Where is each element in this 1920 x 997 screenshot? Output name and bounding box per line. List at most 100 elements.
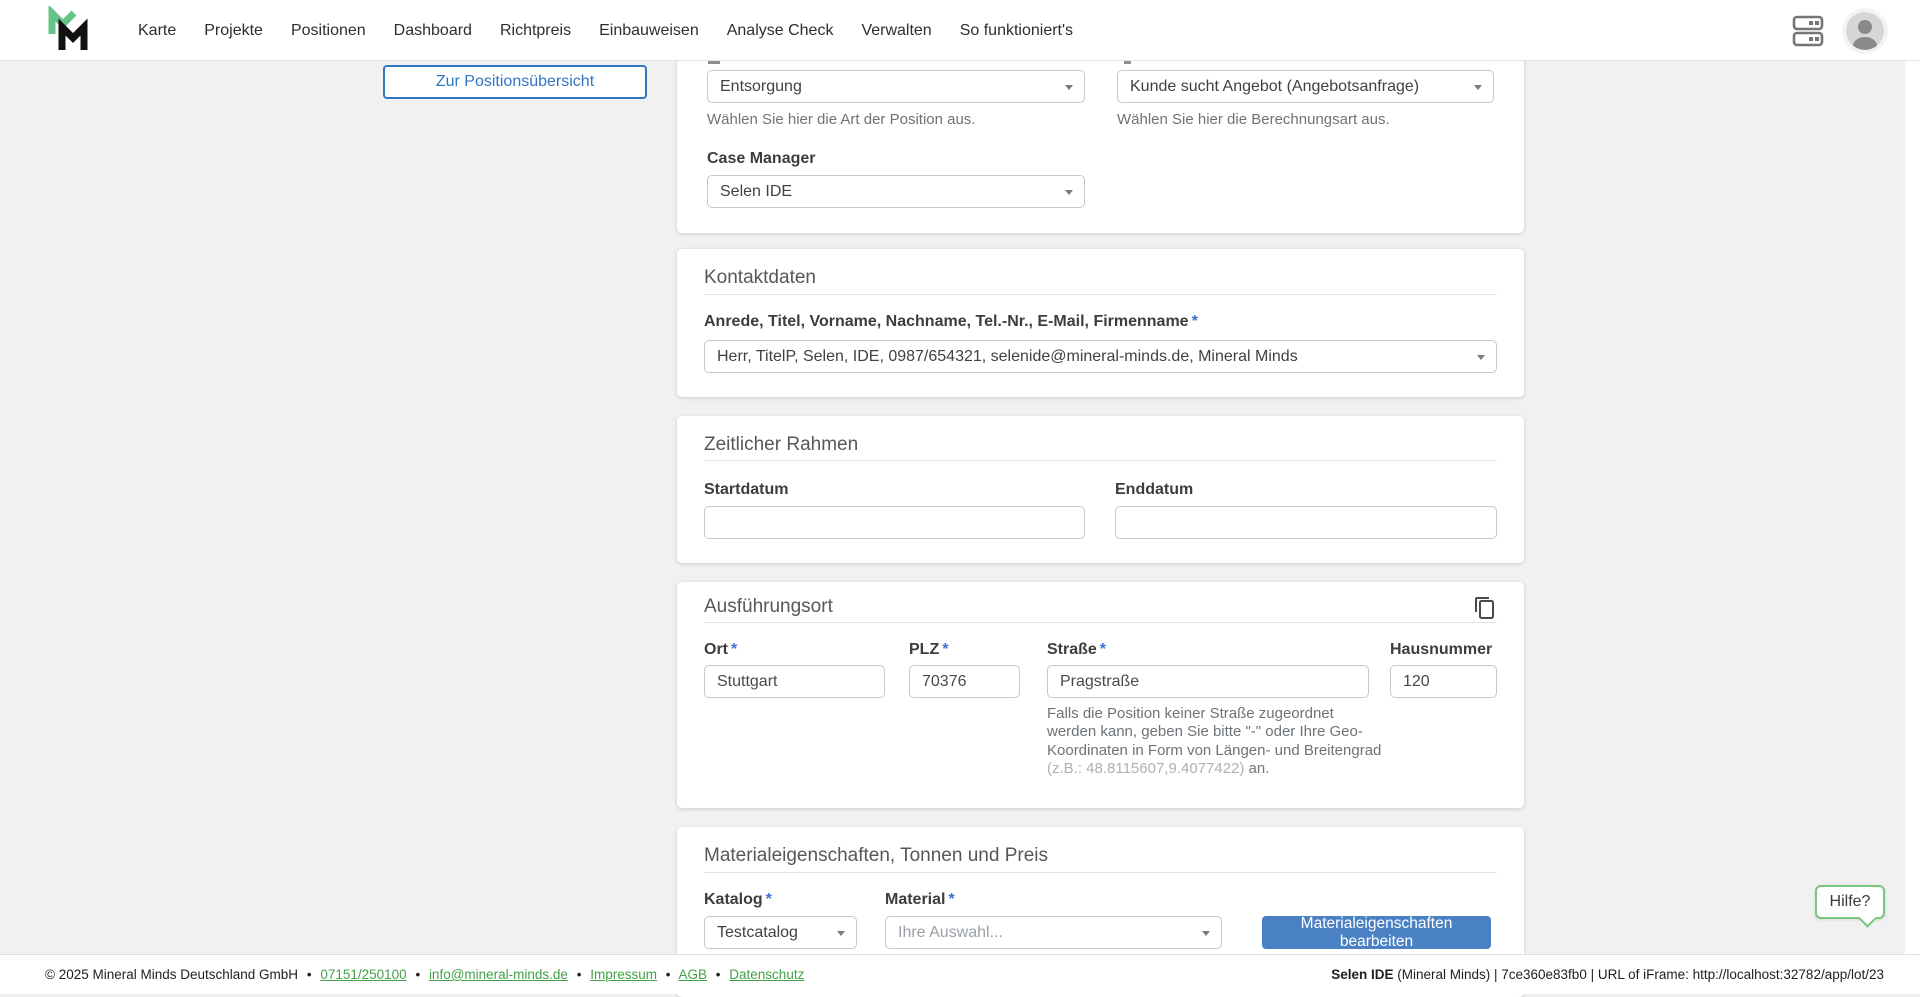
contact-select[interactable]: Herr, TitelP, Selen, IDE, 0987/654321, s…	[704, 340, 1497, 373]
avatar-icon	[1846, 12, 1884, 50]
clipped-label-fragment	[708, 61, 720, 64]
chevron-down-icon	[837, 931, 845, 936]
contact-data-card: Kontaktdaten Anrede, Titel, Vorname, Nac…	[677, 249, 1524, 397]
nav-item-projekte[interactable]: Projekte	[204, 22, 263, 40]
required-asterisk: *	[1100, 641, 1106, 658]
position-type-value: Entsorgung	[720, 78, 802, 96]
plz-label: PLZ*	[909, 641, 948, 659]
startdate-input[interactable]	[704, 506, 1085, 539]
strasse-label-text: Straße	[1047, 641, 1097, 658]
footer-legal: © 2025 Mineral Minds Deutschland GmbH • …	[45, 967, 804, 982]
chevron-down-icon	[1202, 931, 1210, 936]
copy-location-button[interactable]	[1473, 596, 1497, 620]
contact-card-title: Kontaktdaten	[704, 267, 816, 289]
material-card-title: Materialeigenschaften, Tonnen und Preis	[704, 845, 1048, 867]
katalog-select[interactable]: Testcatalog	[704, 916, 857, 949]
nav-item-verwalten[interactable]: Verwalten	[861, 22, 931, 40]
footer-separator: •	[666, 967, 671, 982]
nav-item-positionen[interactable]: Positionen	[291, 22, 366, 40]
edit-material-properties-button[interactable]: Materialeigenschaften bearbeiten	[1262, 916, 1491, 949]
location-card-title: Ausführungsort	[704, 596, 833, 618]
divider	[704, 622, 1497, 623]
position-type-helper: Wählen Sie hier die Art der Position aus…	[707, 111, 975, 128]
hausnummer-label: Hausnummer	[1390, 641, 1492, 659]
footer-email-link[interactable]: info@mineral-minds.de	[429, 967, 568, 982]
timeframe-card: Zeitlicher Rahmen Startdatum Enddatum	[677, 416, 1524, 563]
chevron-down-icon	[1065, 85, 1073, 90]
contact-select-value: Herr, TitelP, Selen, IDE, 0987/654321, s…	[717, 348, 1298, 366]
main-nav: Karte Projekte Positionen Dashboard Rich…	[138, 0, 1073, 61]
ort-label-text: Ort	[704, 641, 728, 658]
calculation-type-value: Kunde sucht Angebot (Angebotsanfrage)	[1130, 78, 1419, 96]
server-icon	[1792, 14, 1824, 48]
back-to-positions-button[interactable]: Zur Positionsübersicht	[383, 65, 647, 99]
calculation-type-helper: Wählen Sie hier die Berechnungsart aus.	[1117, 111, 1390, 128]
footer-phone-link[interactable]: 07151/250100	[320, 967, 406, 982]
chevron-down-icon	[1474, 85, 1482, 90]
chevron-down-icon	[1477, 355, 1485, 360]
case-manager-select[interactable]: Selen IDE	[707, 175, 1085, 208]
help-button-label: Hilfe?	[1830, 893, 1871, 911]
speech-bubble-tail	[1858, 909, 1876, 927]
footer-separator: •	[307, 967, 312, 982]
enddate-label: Enddatum	[1115, 481, 1193, 499]
strasse-helper-text: Falls die Position keiner Straße zugeord…	[1047, 705, 1382, 779]
ort-label: Ort*	[704, 641, 737, 659]
nav-item-richtpreis[interactable]: Richtpreis	[500, 22, 571, 40]
footer-copyright: © 2025 Mineral Minds Deutschland GmbH	[45, 967, 298, 982]
required-asterisk: *	[1192, 313, 1198, 330]
footer-separator: •	[415, 967, 420, 982]
katalog-label: Katalog*	[704, 891, 772, 909]
execution-location-card: Ausführungsort Ort* PLZ* Straße* Hausnum…	[677, 582, 1524, 808]
material-label-text: Material	[885, 891, 945, 908]
brand-logo[interactable]	[45, 6, 95, 56]
footer-agb-link[interactable]: AGB	[679, 967, 708, 982]
server-status-button[interactable]	[1792, 14, 1824, 48]
timeframe-card-title: Zeitlicher Rahmen	[704, 434, 858, 456]
katalog-select-value: Testcatalog	[717, 924, 798, 942]
divider	[704, 294, 1497, 295]
help-button[interactable]: Hilfe?	[1815, 885, 1885, 919]
enddate-input[interactable]	[1115, 506, 1497, 539]
plz-input[interactable]	[909, 665, 1020, 698]
footer: © 2025 Mineral Minds Deutschland GmbH • …	[0, 954, 1920, 994]
material-label: Material*	[885, 891, 955, 909]
contact-field-label-text: Anrede, Titel, Vorname, Nachname, Tel.-N…	[704, 313, 1189, 330]
footer-session-info: Selen IDE (Mineral Minds) | 7ce360e83fb0…	[1331, 967, 1884, 982]
nav-item-einbauweisen[interactable]: Einbauweisen	[599, 22, 699, 40]
chevron-down-icon	[1065, 190, 1073, 195]
ort-input[interactable]	[704, 665, 885, 698]
clipped-label-fragment	[1124, 61, 1131, 64]
katalog-label-text: Katalog	[704, 891, 763, 908]
strasse-helper-example: (z.B.: 48.8115607,9.4077422)	[1047, 760, 1244, 777]
case-manager-value: Selen IDE	[720, 183, 792, 201]
material-select-placeholder: Ihre Auswahl...	[898, 924, 1003, 942]
required-asterisk: *	[942, 641, 948, 658]
user-account-button[interactable]	[1846, 12, 1884, 50]
strasse-input[interactable]	[1047, 665, 1369, 698]
footer-impressum-link[interactable]: Impressum	[590, 967, 657, 982]
footer-session-user: Selen IDE	[1331, 967, 1393, 982]
calculation-type-select[interactable]: Kunde sucht Angebot (Angebotsanfrage)	[1117, 70, 1494, 103]
plz-label-text: PLZ	[909, 641, 939, 658]
divider	[704, 872, 1497, 873]
nav-item-karte[interactable]: Karte	[138, 22, 176, 40]
divider	[704, 460, 1497, 461]
startdate-label: Startdatum	[704, 481, 788, 499]
footer-datenschutz-link[interactable]: Datenschutz	[729, 967, 804, 982]
footer-separator: •	[577, 967, 582, 982]
case-manager-label: Case Manager	[707, 150, 816, 168]
nav-item-analyse-check[interactable]: Analyse Check	[727, 22, 834, 40]
nav-item-so-funktionierts[interactable]: So funktioniert's	[960, 22, 1073, 40]
scrollbar[interactable]	[1905, 61, 1920, 954]
footer-session-details: (Mineral Minds) | 7ce360e83fb0 | URL of …	[1393, 967, 1884, 982]
position-type-select[interactable]: Entsorgung	[707, 70, 1085, 103]
nav-item-dashboard[interactable]: Dashboard	[394, 22, 472, 40]
strasse-label: Straße*	[1047, 641, 1106, 659]
contact-field-label: Anrede, Titel, Vorname, Nachname, Tel.-N…	[704, 313, 1198, 331]
hausnummer-input[interactable]	[1390, 665, 1497, 698]
material-select[interactable]: Ihre Auswahl...	[885, 916, 1222, 949]
required-asterisk: *	[948, 891, 954, 908]
strasse-helper-main: Falls die Position keiner Straße zugeord…	[1047, 705, 1381, 759]
strasse-helper-suffix: an.	[1244, 760, 1269, 777]
